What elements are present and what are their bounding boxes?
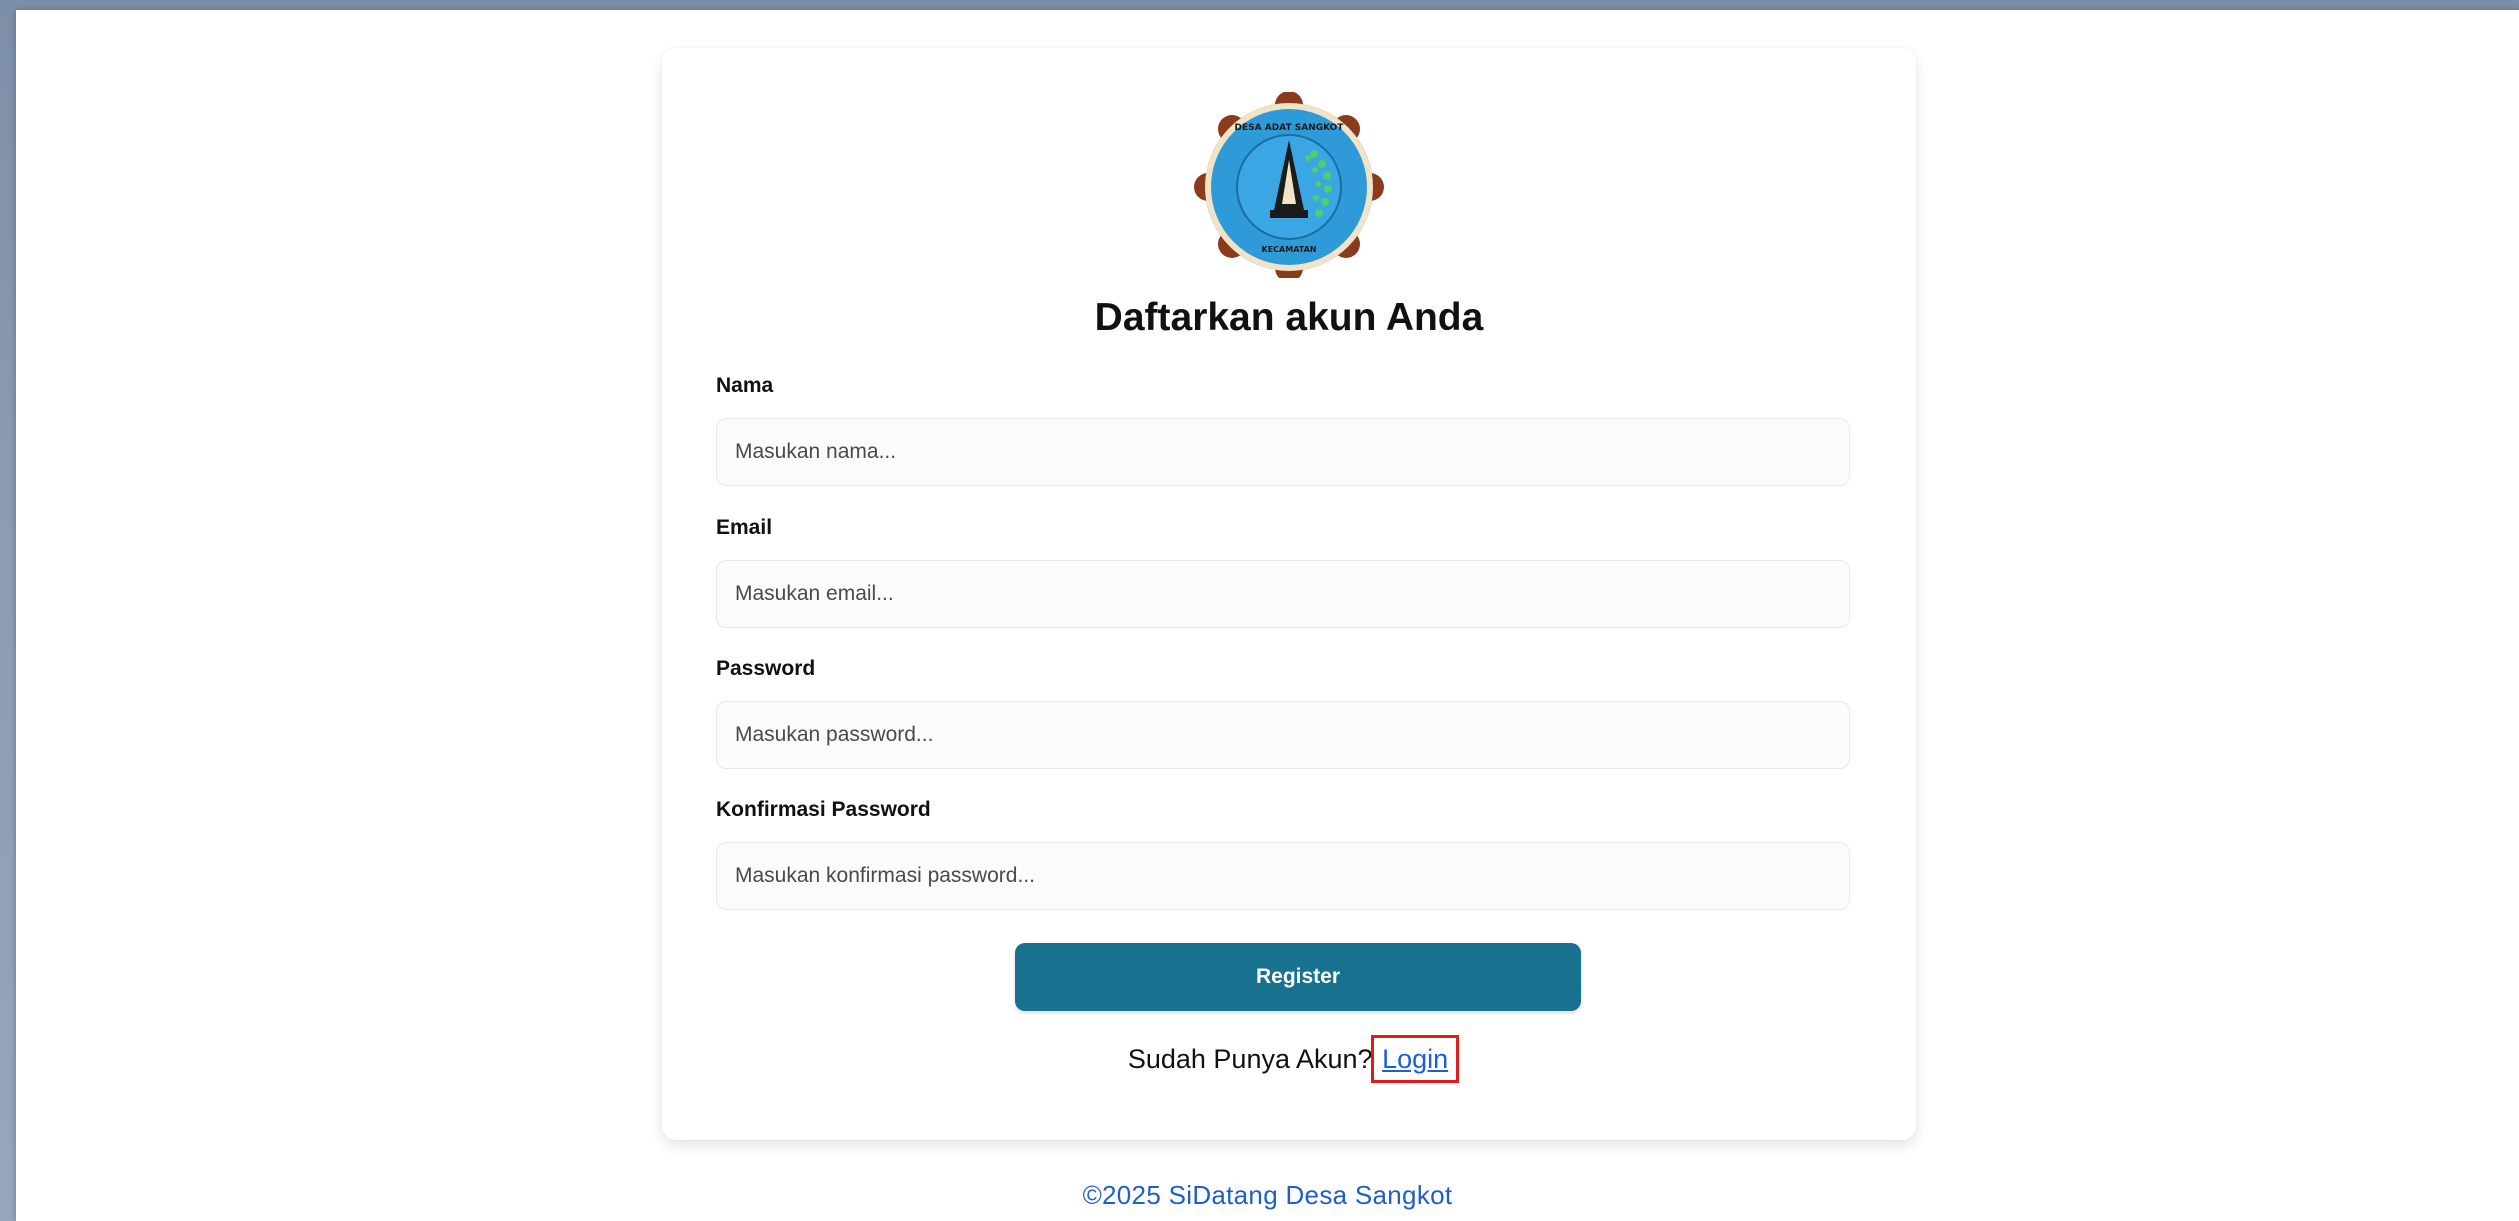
email-field[interactable] <box>716 560 1850 628</box>
confirm-password-label: Konfirmasi Password <box>716 798 931 821</box>
village-emblem-icon: DESA ADAT SANGKOT KECAMATAN <box>1194 92 1384 278</box>
login-prompt: Sudah Punya Akun? Login <box>662 1035 1916 1083</box>
register-button[interactable]: Register <box>1015 943 1581 1011</box>
nama-label: Nama <box>716 374 774 397</box>
confirm-password-field[interactable] <box>716 842 1850 910</box>
email-label: Email <box>716 516 773 539</box>
register-card: DESA ADAT SANGKOT KECAMATAN Daftarkan ak… <box>662 48 1916 1140</box>
login-link[interactable]: Login <box>1371 1035 1460 1083</box>
nama-field[interactable] <box>716 418 1850 486</box>
page-viewport: DESA ADAT SANGKOT KECAMATAN Daftarkan ak… <box>16 10 2519 1221</box>
password-field[interactable] <box>716 701 1850 769</box>
password-label: Password <box>716 657 816 680</box>
emblem-top-text: DESA ADAT SANGKOT <box>1235 123 1345 133</box>
copyright-footer: ©2025 SiDatang Desa Sangkot <box>1082 1180 1453 1210</box>
page-title: Daftarkan akun Anda <box>1094 296 1484 339</box>
emblem-bottom-text: KECAMATAN <box>1262 245 1317 254</box>
has-account-text: Sudah Punya Akun? <box>1127 1044 1373 1074</box>
